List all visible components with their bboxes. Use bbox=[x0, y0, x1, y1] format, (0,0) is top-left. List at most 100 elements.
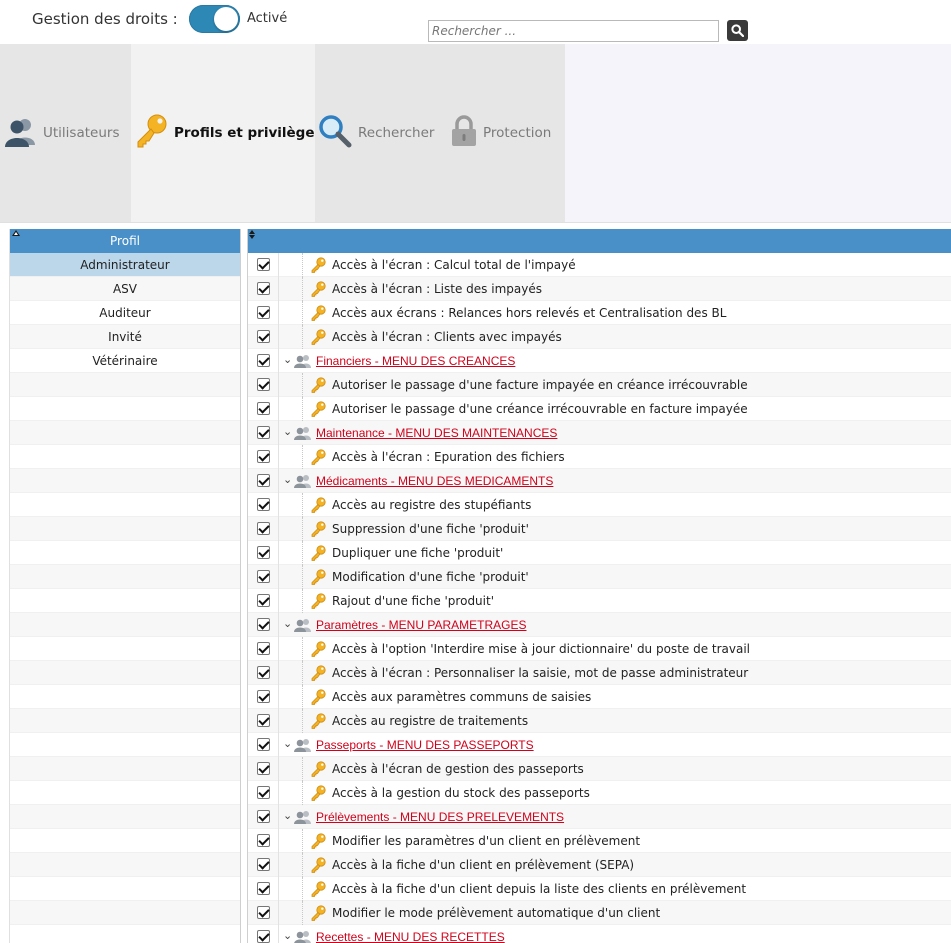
right-checkbox[interactable] bbox=[257, 378, 270, 391]
tree-line bbox=[302, 517, 303, 541]
search-input[interactable] bbox=[428, 20, 719, 42]
rights-item-row: Modifier le mode prélèvement automatique… bbox=[248, 901, 951, 925]
tree-line bbox=[302, 661, 303, 685]
tree-line bbox=[278, 469, 279, 493]
chevron-down-icon[interactable]: ⌄ bbox=[283, 929, 292, 942]
right-checkbox[interactable] bbox=[257, 666, 270, 679]
rights-group-link[interactable]: Passeports - MENU DES PASSEPORTS bbox=[316, 733, 534, 757]
rights-group-link[interactable]: Recettes - MENU DES RECETTES bbox=[316, 925, 505, 943]
rights-item-row: Accès à l'option 'Interdire mise à jour … bbox=[248, 637, 951, 661]
rights-toggle[interactable] bbox=[189, 5, 240, 33]
profiles-header[interactable]: Profil bbox=[10, 229, 240, 253]
right-checkbox[interactable] bbox=[257, 810, 270, 823]
right-checkbox[interactable] bbox=[257, 906, 270, 919]
search-button[interactable] bbox=[727, 20, 748, 41]
profile-row bbox=[10, 877, 240, 901]
tab-users[interactable]: Utilisateurs bbox=[0, 44, 131, 222]
toggle-knob[interactable] bbox=[214, 7, 238, 31]
profile-row[interactable]: Vétérinaire bbox=[10, 349, 240, 373]
right-checkbox[interactable] bbox=[257, 306, 270, 319]
right-checkbox[interactable] bbox=[257, 450, 270, 463]
right-checkbox[interactable] bbox=[257, 498, 270, 511]
rights-item-row: Suppression d'une fiche 'produit' bbox=[248, 517, 951, 541]
right-checkbox[interactable] bbox=[257, 570, 270, 583]
tree-line bbox=[278, 757, 279, 781]
profile-row bbox=[10, 901, 240, 925]
tree-line bbox=[278, 829, 279, 853]
chevron-down-icon[interactable]: ⌄ bbox=[283, 353, 292, 366]
tree-line bbox=[278, 733, 279, 757]
right-checkbox[interactable] bbox=[257, 618, 270, 631]
right-label: Rajout d'une fiche 'produit' bbox=[332, 594, 494, 608]
right-checkbox[interactable] bbox=[257, 642, 270, 655]
rights-group-link[interactable]: Financiers - MENU DES CREANCES bbox=[316, 349, 515, 373]
right-checkbox[interactable] bbox=[257, 762, 270, 775]
right-label: Accès à l'écran de gestion des passeport… bbox=[332, 762, 584, 776]
profile-row[interactable]: Auditeur bbox=[10, 301, 240, 325]
profile-row bbox=[10, 853, 240, 877]
users-icon bbox=[5, 115, 37, 151]
tree-line bbox=[302, 445, 303, 469]
tab-search[interactable]: Rechercher bbox=[315, 44, 445, 222]
rights-group-link[interactable]: Paramètres - MENU PARAMETRAGES bbox=[316, 613, 526, 637]
lock-icon bbox=[451, 115, 477, 151]
rights-header[interactable] bbox=[248, 229, 951, 253]
chevron-down-icon[interactable]: ⌄ bbox=[283, 425, 292, 438]
right-label: Modification d'une fiche 'produit' bbox=[332, 570, 529, 584]
rights-group-row: ⌄ Médicaments - MENU DES MEDICAMENTS bbox=[248, 469, 951, 493]
rights-group-link[interactable]: Médicaments - MENU DES MEDICAMENTS bbox=[316, 469, 553, 493]
tree-line bbox=[278, 901, 279, 925]
right-checkbox[interactable] bbox=[257, 738, 270, 751]
tree-line bbox=[278, 349, 279, 373]
profile-row bbox=[10, 445, 240, 469]
right-label: Accès à l'écran : Clients avec impayés bbox=[332, 330, 562, 344]
right-checkbox[interactable] bbox=[257, 834, 270, 847]
right-checkbox[interactable] bbox=[257, 330, 270, 343]
rights-group-link[interactable]: Maintenance - MENU DES MAINTENANCES bbox=[316, 421, 557, 445]
right-checkbox[interactable] bbox=[257, 786, 270, 799]
tree-line bbox=[278, 325, 279, 349]
users-group-icon bbox=[294, 738, 312, 755]
profile-row[interactable]: Administrateur bbox=[10, 253, 240, 277]
right-checkbox[interactable] bbox=[257, 714, 270, 727]
chevron-down-icon[interactable]: ⌄ bbox=[283, 737, 292, 750]
key-icon bbox=[310, 713, 326, 732]
right-checkbox[interactable] bbox=[257, 474, 270, 487]
right-checkbox[interactable] bbox=[257, 426, 270, 439]
key-icon bbox=[310, 305, 326, 324]
tree-line bbox=[302, 277, 303, 301]
key-icon bbox=[134, 114, 168, 152]
tab-profiles[interactable]: Profils et privilèges bbox=[131, 44, 323, 222]
right-checkbox[interactable] bbox=[257, 354, 270, 367]
chevron-down-icon[interactable]: ⌄ bbox=[283, 809, 292, 822]
tree-line bbox=[278, 925, 279, 943]
right-checkbox[interactable] bbox=[257, 258, 270, 271]
right-checkbox[interactable] bbox=[257, 546, 270, 559]
right-checkbox[interactable] bbox=[257, 402, 270, 415]
right-checkbox[interactable] bbox=[257, 594, 270, 607]
right-label: Modifier les paramètres d'un client en p… bbox=[332, 834, 641, 848]
tree-line bbox=[278, 397, 279, 421]
sort-icon bbox=[249, 230, 255, 240]
key-icon bbox=[310, 497, 326, 516]
key-icon bbox=[310, 521, 326, 540]
chevron-down-icon[interactable]: ⌄ bbox=[283, 617, 292, 630]
profile-row bbox=[10, 469, 240, 493]
tab-protection[interactable]: Protection bbox=[445, 44, 565, 222]
right-checkbox[interactable] bbox=[257, 930, 270, 943]
right-checkbox[interactable] bbox=[257, 282, 270, 295]
chevron-down-icon[interactable]: ⌄ bbox=[283, 473, 292, 486]
rights-item-row: Autoriser le passage d'une facture impay… bbox=[248, 373, 951, 397]
right-label: Autoriser le passage d'une facture impay… bbox=[332, 378, 748, 392]
tree-line bbox=[302, 565, 303, 589]
tab-users-label: Utilisateurs bbox=[43, 125, 120, 141]
right-checkbox[interactable] bbox=[257, 882, 270, 895]
right-checkbox[interactable] bbox=[257, 690, 270, 703]
profile-row[interactable]: ASV bbox=[10, 277, 240, 301]
sort-asc-icon bbox=[12, 230, 20, 236]
rights-group-link[interactable]: Prélèvements - MENU DES PRELEVEMENTS bbox=[316, 805, 564, 829]
right-checkbox[interactable] bbox=[257, 522, 270, 535]
rights-management-label: Gestion des droits : bbox=[32, 10, 178, 28]
right-checkbox[interactable] bbox=[257, 858, 270, 871]
profile-row[interactable]: Invité bbox=[10, 325, 240, 349]
